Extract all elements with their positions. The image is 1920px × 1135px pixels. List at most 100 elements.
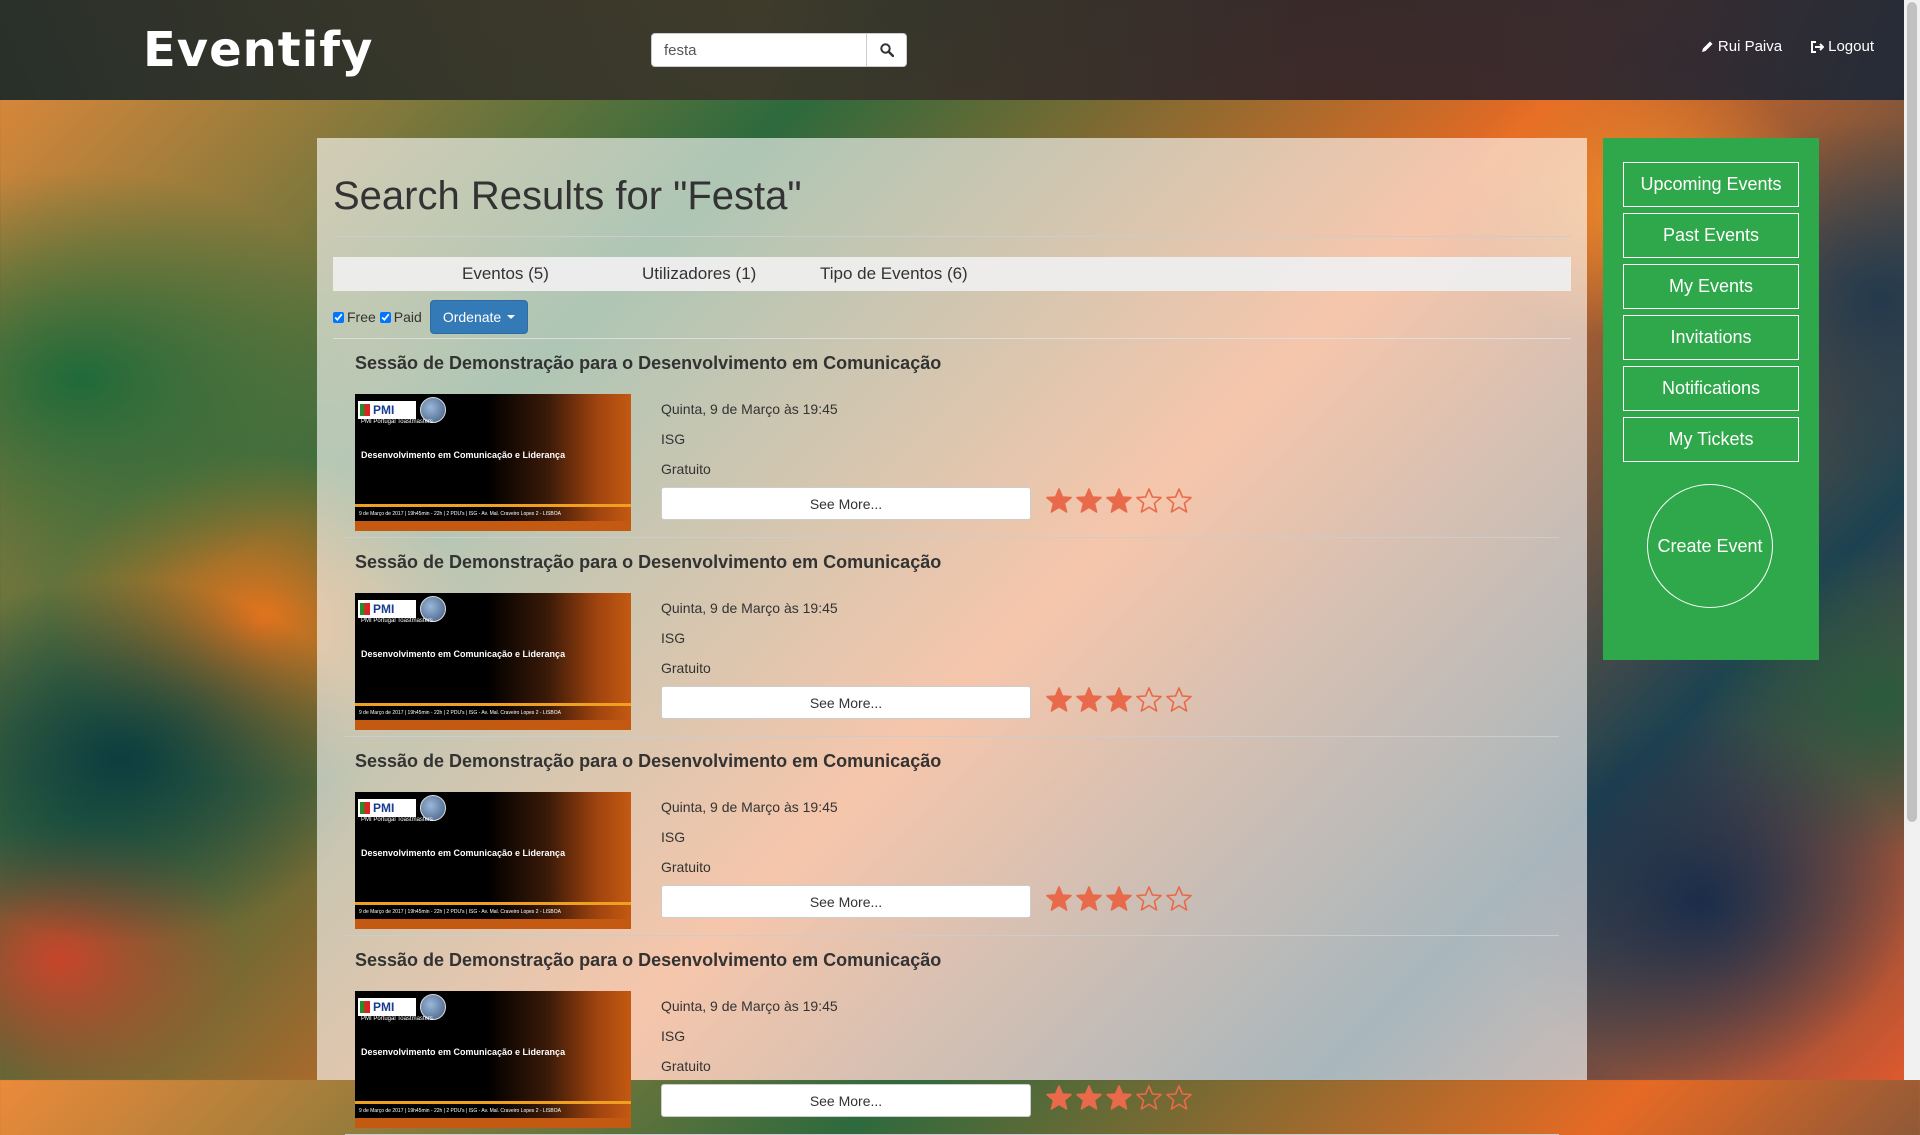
thumbnail-stripe [355,1101,631,1104]
thumbnail-stripe [355,504,631,507]
sidebar-item-past-events[interactable]: Past Events [1623,213,1799,258]
event-title[interactable]: Sessão de Demonstração para o Desenvolvi… [355,751,941,772]
star-icon[interactable] [1075,686,1103,714]
logout-link[interactable]: Logout [1810,38,1874,55]
star-icon[interactable] [1135,686,1163,714]
star-icon[interactable] [1045,487,1073,515]
thumbnail-subtitle: PMI Portugal Toastmasters [361,817,433,823]
event-location: ISG [661,630,686,646]
see-more-button[interactable]: See More... [661,487,1031,520]
event-card: Sessão de Demonstração para o Desenvolvi… [345,538,1559,737]
thumbnail-stripe [355,902,631,905]
search-input[interactable] [651,33,867,67]
star-icon[interactable] [1075,1084,1103,1112]
star-icon[interactable] [1165,487,1193,515]
brand-logo[interactable]: Eventify [143,22,373,78]
event-rating[interactable] [1045,885,1193,913]
search-icon [879,43,894,57]
sidebar: Upcoming Events Past Events My Events In… [1603,138,1819,660]
event-thumbnail[interactable]: PMI PMI Portugal Toastmasters Desenvolvi… [355,394,631,531]
see-more-button[interactable]: See More... [661,686,1031,719]
star-icon[interactable] [1075,885,1103,913]
tab-tipo-de-eventos[interactable]: Tipo de Eventos (6) [820,264,968,284]
pmi-text: PMI [373,1000,395,1014]
profile-link[interactable]: Rui Paiva [1700,38,1782,55]
create-event-button[interactable]: Create Event [1647,484,1773,608]
search-form [651,33,907,67]
star-icon[interactable] [1165,686,1193,714]
paid-checkbox[interactable] [379,311,391,323]
event-title[interactable]: Sessão de Demonstração para o Desenvolvi… [355,950,941,971]
ordenate-dropdown-button[interactable]: Ordenate [429,300,529,334]
thumbnail-info: 9 de Março de 2017 | 19h45min - 22h | 2 … [359,511,561,517]
thumbnail-subtitle: PMI Portugal Toastmasters [361,419,433,425]
thumbnail-info: 9 de Março de 2017 | 19h45min - 22h | 2 … [359,909,561,915]
event-price: Gratuito [661,461,711,477]
event-price: Gratuito [661,859,711,875]
event-date: Quinta, 9 de Março às 19:45 [661,799,838,815]
thumbnail-headline: Desenvolvimento em Comunicação e Lideran… [361,1047,566,1057]
event-location: ISG [661,431,686,447]
star-icon[interactable] [1045,1084,1073,1112]
sidebar-item-upcoming-events[interactable]: Upcoming Events [1623,162,1799,207]
pmi-text: PMI [373,801,395,815]
thumbnail-subtitle: PMI Portugal Toastmasters [361,618,433,624]
star-icon[interactable] [1075,487,1103,515]
tab-eventos[interactable]: Eventos (5) [462,264,549,284]
event-price: Gratuito [661,1058,711,1074]
thumbnail-stripe [355,521,631,531]
pmi-logo: PMI [358,799,416,817]
event-card: Sessão de Demonstração para o Desenvolvi… [345,936,1559,1135]
event-title[interactable]: Sessão de Demonstração para o Desenvolvi… [355,552,941,573]
free-checkbox[interactable] [333,311,344,323]
pmi-text: PMI [373,403,395,417]
page-scrollbar[interactable] [1904,0,1920,1080]
star-icon[interactable] [1165,885,1193,913]
pmi-logo: PMI [358,600,416,618]
star-icon[interactable] [1135,885,1163,913]
star-icon[interactable] [1135,1084,1163,1112]
scrollbar-thumb[interactable] [1907,2,1917,822]
thumbnail-stripe [355,720,631,730]
thumbnail-info: 9 de Março de 2017 | 19h45min - 22h | 2 … [359,710,561,716]
star-icon[interactable] [1105,1084,1133,1112]
event-card: Sessão de Demonstração para o Desenvolvi… [345,339,1559,538]
sidebar-item-my-tickets[interactable]: My Tickets [1623,417,1799,462]
event-rating[interactable] [1045,487,1193,515]
flag-icon [360,802,370,814]
star-icon[interactable] [1135,487,1163,515]
sidebar-item-invitations[interactable]: Invitations [1623,315,1799,360]
event-date: Quinta, 9 de Março às 19:45 [661,401,838,417]
search-results-panel: Search Results for "Festa" Eventos (5) U… [317,138,1587,1135]
star-icon[interactable] [1105,686,1133,714]
event-thumbnail[interactable]: PMI PMI Portugal Toastmasters Desenvolvi… [355,792,631,929]
thumbnail-subtitle: PMI Portugal Toastmasters [361,1016,433,1022]
logout-label: Logout [1828,38,1874,55]
event-date: Quinta, 9 de Março às 19:45 [661,998,838,1014]
star-icon[interactable] [1105,487,1133,515]
star-icon[interactable] [1045,686,1073,714]
caret-down-icon [507,315,516,319]
nav-right: Rui Paiva Logout [1700,38,1874,55]
star-icon[interactable] [1045,885,1073,913]
tab-utilizadores[interactable]: Utilizadores (1) [642,264,756,284]
pencil-icon [1701,41,1713,52]
pmi-logo: PMI [358,998,416,1016]
star-icon[interactable] [1165,1084,1193,1112]
event-thumbnail[interactable]: PMI PMI Portugal Toastmasters Desenvolvi… [355,991,631,1128]
sidebar-item-my-events[interactable]: My Events [1623,264,1799,309]
thumbnail-headline: Desenvolvimento em Comunicação e Lideran… [361,450,566,460]
thumbnail-headline: Desenvolvimento em Comunicação e Lideran… [361,649,566,659]
event-rating[interactable] [1045,1084,1193,1112]
free-label: Free [347,309,376,325]
see-more-button[interactable]: See More... [661,885,1031,918]
sidebar-item-notifications[interactable]: Notifications [1623,366,1799,411]
event-thumbnail[interactable]: PMI PMI Portugal Toastmasters Desenvolvi… [355,593,631,730]
star-icon[interactable] [1105,885,1133,913]
see-more-button[interactable]: See More... [661,1084,1031,1117]
event-rating[interactable] [1045,686,1193,714]
search-button[interactable] [867,33,907,67]
event-title[interactable]: Sessão de Demonstração para o Desenvolvi… [355,353,941,374]
flag-icon [360,1001,370,1013]
filters-bar: Free Paid Ordenate [333,300,529,334]
